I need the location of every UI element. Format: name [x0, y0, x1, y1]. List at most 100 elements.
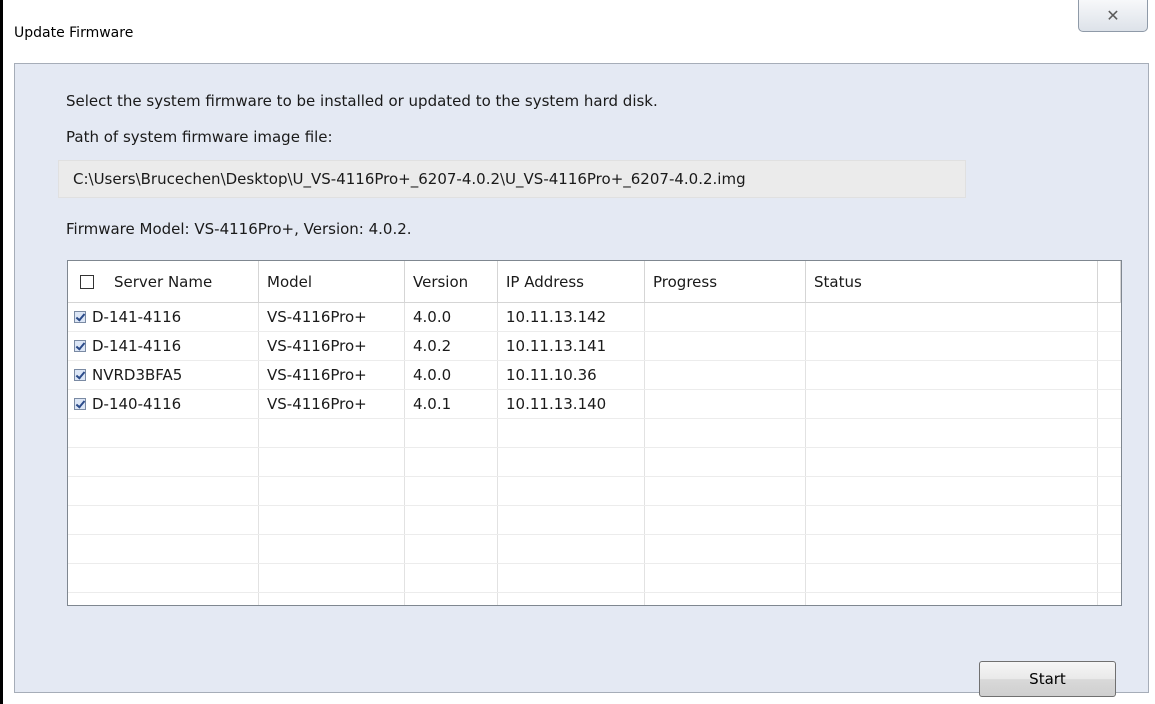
cell-text-model: VS-4116Pro+	[267, 366, 367, 384]
table-cell-model	[259, 593, 405, 605]
row-checkbox[interactable]	[74, 369, 86, 381]
table-cell-ip	[498, 506, 645, 534]
table-cell-status	[806, 477, 1098, 505]
table-cell-version	[405, 477, 498, 505]
table-cell-status	[806, 332, 1098, 360]
start-button[interactable]: Start	[979, 661, 1116, 697]
table-cell-status	[806, 419, 1098, 447]
table-cell-progress	[645, 506, 806, 534]
table-cell-model: VS-4116Pro+	[259, 303, 405, 331]
dialog-title: Update Firmware	[14, 25, 134, 41]
table-cell-name	[68, 419, 259, 447]
table-cell-model	[259, 564, 405, 592]
table-cell-name: D-141-4116	[68, 303, 259, 331]
table-cell-ip	[498, 419, 645, 447]
table-cell-version: 4.0.0	[405, 361, 498, 389]
firmware-path-field[interactable]: C:\Users\Brucechen\Desktop\U_VS-4116Pro+…	[58, 160, 966, 198]
column-label-server-name: Server Name	[114, 272, 213, 291]
table-cell-version: 4.0.1	[405, 390, 498, 418]
table-cell-model	[259, 477, 405, 505]
cell-text-ip: 10.11.13.142	[506, 308, 607, 326]
cell-text-name: NVRD3BFA5	[92, 366, 183, 384]
table-cell-name	[68, 535, 259, 563]
table-cell-status	[806, 390, 1098, 418]
column-header-version[interactable]: Version	[405, 261, 498, 302]
table-cell-progress	[645, 535, 806, 563]
dialog-panel: Select the system firmware to be install…	[14, 63, 1149, 697]
table-cell-status	[806, 303, 1098, 331]
empty-table-row	[68, 564, 1121, 593]
table-cell-progress	[645, 303, 806, 331]
table-cell-status	[806, 535, 1098, 563]
table-cell-filler	[1098, 332, 1121, 360]
firmware-model-info: Firmware Model: VS-4116Pro+, Version: 4.…	[66, 220, 412, 238]
table-cell-ip: 10.11.13.140	[498, 390, 645, 418]
table-cell-version: 4.0.0	[405, 303, 498, 331]
column-label-progress: Progress	[653, 272, 718, 291]
empty-table-row	[68, 535, 1121, 564]
table-row[interactable]: D-140-4116 VS-4116Pro+ 4.0.1 10.11.13.140	[68, 390, 1121, 419]
table-cell-status	[806, 361, 1098, 389]
select-all-checkbox[interactable]	[80, 274, 94, 289]
column-header-progress[interactable]: Progress	[645, 261, 806, 302]
table-row[interactable]: D-141-4116 VS-4116Pro+ 4.0.2 10.11.13.141	[68, 332, 1121, 361]
table-cell-progress	[645, 477, 806, 505]
close-button[interactable]: ✕	[1078, 0, 1148, 32]
table-header: Server Name Model Version IP Address Pro…	[68, 261, 1121, 303]
table-cell-model	[259, 419, 405, 447]
path-label: Path of system firmware image file:	[66, 128, 333, 146]
table-row[interactable]: D-141-4116 VS-4116Pro+ 4.0.0 10.11.13.142	[68, 303, 1121, 332]
table-cell-ip	[498, 593, 645, 605]
column-label-version: Version	[413, 272, 469, 291]
server-table: Server Name Model Version IP Address Pro…	[67, 260, 1122, 606]
table-cell-status	[806, 506, 1098, 534]
close-x-icon: ✕	[1106, 6, 1120, 25]
cell-text-version: 4.0.0	[413, 366, 452, 384]
table-cell-version	[405, 506, 498, 534]
column-header-status[interactable]: Status	[806, 261, 1098, 302]
table-cell-filler	[1098, 303, 1121, 331]
table-cell-filler	[1098, 361, 1121, 389]
table-cell-filler	[1098, 448, 1121, 476]
table-row[interactable]: NVRD3BFA5 VS-4116Pro+ 4.0.0 10.11.10.36	[68, 361, 1121, 390]
column-label-model: Model	[267, 272, 313, 291]
table-cell-version	[405, 448, 498, 476]
column-header-model[interactable]: Model	[259, 261, 405, 302]
table-cell-progress	[645, 390, 806, 418]
empty-table-row	[68, 477, 1121, 506]
table-cell-ip	[498, 477, 645, 505]
row-checkbox[interactable]	[74, 340, 86, 352]
column-header-server-name[interactable]: Server Name	[68, 261, 259, 302]
table-cell-name	[68, 448, 259, 476]
table-cell-name: NVRD3BFA5	[68, 361, 259, 389]
column-header-filler	[1098, 261, 1121, 302]
table-cell-version	[405, 564, 498, 592]
cell-text-model: VS-4116Pro+	[267, 395, 367, 413]
row-checkbox[interactable]	[74, 398, 86, 410]
table-cell-progress	[645, 564, 806, 592]
table-cell-progress	[645, 361, 806, 389]
table-cell-ip	[498, 448, 645, 476]
table-cell-model	[259, 448, 405, 476]
column-label-ip-address: IP Address	[506, 272, 584, 291]
table-cell-version	[405, 535, 498, 563]
column-header-ip-address[interactable]: IP Address	[498, 261, 645, 302]
table-cell-status	[806, 564, 1098, 592]
empty-table-row	[68, 593, 1121, 605]
table-cell-name: D-140-4116	[68, 390, 259, 418]
table-cell-filler	[1098, 593, 1121, 605]
row-checkbox[interactable]	[74, 311, 86, 323]
column-label-status: Status	[814, 272, 862, 291]
table-cell-status	[806, 593, 1098, 605]
table-cell-model	[259, 506, 405, 534]
table-cell-model: VS-4116Pro+	[259, 361, 405, 389]
table-cell-filler	[1098, 506, 1121, 534]
empty-table-row	[68, 448, 1121, 477]
cell-text-version: 4.0.0	[413, 308, 452, 326]
table-cell-version	[405, 593, 498, 605]
table-cell-ip: 10.11.13.141	[498, 332, 645, 360]
table-cell-filler	[1098, 477, 1121, 505]
table-cell-model: VS-4116Pro+	[259, 332, 405, 360]
cell-text-name: D-141-4116	[92, 308, 182, 326]
cell-text-model: VS-4116Pro+	[267, 337, 367, 355]
